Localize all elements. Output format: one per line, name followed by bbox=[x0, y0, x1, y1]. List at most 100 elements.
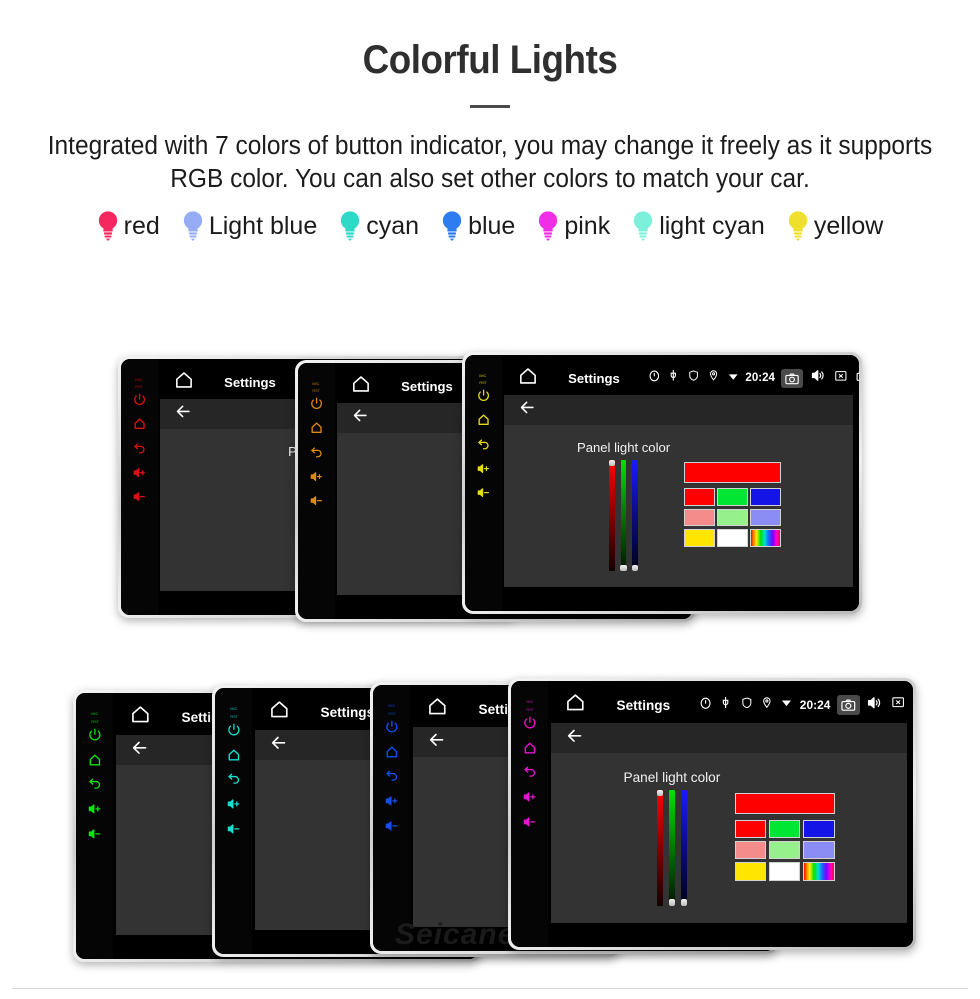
home-icon[interactable] bbox=[130, 704, 151, 730]
back-arrow-icon[interactable] bbox=[351, 406, 370, 430]
volume-down-icon[interactable] bbox=[384, 818, 400, 839]
power-icon[interactable] bbox=[132, 392, 147, 412]
hardware-key-bezel: MIC RST bbox=[215, 688, 253, 954]
color-swatch[interactable] bbox=[768, 819, 801, 839]
bezel-label-mic: MIC bbox=[135, 376, 143, 382]
power-icon[interactable] bbox=[476, 388, 491, 408]
home-icon[interactable] bbox=[132, 416, 147, 436]
volume-down-icon[interactable] bbox=[132, 489, 147, 509]
back-arrow-icon[interactable] bbox=[427, 730, 447, 755]
shield-icon bbox=[740, 696, 754, 715]
home-icon[interactable] bbox=[226, 747, 242, 768]
back-icon[interactable] bbox=[226, 771, 242, 792]
power-icon[interactable] bbox=[226, 722, 242, 743]
color-swatch[interactable] bbox=[684, 508, 715, 527]
swatch-row bbox=[734, 840, 835, 860]
device-magenta[interactable]: MIC RST Settings 20:24 Panel light color bbox=[508, 678, 916, 950]
back-icon[interactable] bbox=[522, 764, 538, 785]
color-swatch[interactable] bbox=[768, 862, 801, 881]
power-icon[interactable] bbox=[384, 719, 400, 740]
home-icon[interactable] bbox=[476, 412, 491, 432]
home-icon[interactable] bbox=[518, 366, 538, 391]
volume-up-icon[interactable] bbox=[226, 796, 242, 817]
back-icon[interactable] bbox=[384, 768, 400, 789]
home-icon[interactable] bbox=[174, 370, 194, 395]
color-swatch[interactable] bbox=[684, 488, 715, 507]
blue-slider[interactable] bbox=[631, 459, 639, 571]
touchscreen[interactable]: Settings 20:24 Panel light color bbox=[501, 355, 859, 611]
volume-down-icon[interactable] bbox=[87, 826, 103, 847]
red-slider[interactable] bbox=[609, 459, 616, 571]
device-yellow[interactable]: MIC RST Settings 20:24 Panel light color bbox=[462, 352, 862, 614]
camera-icon[interactable] bbox=[781, 368, 804, 388]
slider-thumb[interactable] bbox=[620, 564, 627, 571]
volume-up-icon[interactable] bbox=[384, 793, 400, 814]
color-swatch[interactable] bbox=[717, 508, 748, 527]
hardware-key-bezel: MIC RST bbox=[511, 681, 549, 947]
slider-thumb[interactable] bbox=[609, 459, 616, 466]
green-slider[interactable] bbox=[668, 790, 676, 906]
home-icon[interactable] bbox=[351, 374, 371, 399]
back-icon[interactable] bbox=[132, 441, 147, 461]
color-swatch[interactable] bbox=[684, 529, 715, 547]
back-arrow-icon[interactable] bbox=[269, 733, 289, 758]
recent-apps-icon[interactable] bbox=[855, 368, 859, 389]
back-icon[interactable] bbox=[87, 776, 103, 797]
close-box-icon[interactable] bbox=[833, 368, 849, 389]
color-swatch[interactable] bbox=[734, 862, 767, 881]
home-icon[interactable] bbox=[87, 752, 103, 773]
blue-slider[interactable] bbox=[680, 790, 688, 906]
power-icon[interactable] bbox=[87, 727, 103, 748]
color-swatch[interactable] bbox=[717, 529, 748, 547]
home-icon[interactable] bbox=[384, 744, 400, 765]
volume-up-icon[interactable] bbox=[476, 461, 491, 481]
hardware-key-bezel: MIC RST bbox=[298, 363, 335, 619]
color-swatch[interactable] bbox=[717, 488, 748, 507]
close-box-icon[interactable] bbox=[890, 694, 906, 715]
volume-up-icon[interactable] bbox=[309, 469, 324, 489]
volume-down-icon[interactable] bbox=[309, 493, 324, 513]
slider-thumb[interactable] bbox=[656, 790, 664, 797]
swatch-row bbox=[734, 819, 835, 839]
back-icon[interactable] bbox=[476, 437, 491, 457]
back-arrow-icon[interactable] bbox=[565, 726, 585, 751]
volume-down-icon[interactable] bbox=[476, 485, 491, 505]
speaker-icon[interactable] bbox=[810, 367, 827, 389]
volume-up-icon[interactable] bbox=[522, 789, 538, 810]
home-icon[interactable] bbox=[427, 696, 448, 722]
red-slider[interactable] bbox=[656, 790, 664, 906]
color-swatch[interactable] bbox=[750, 529, 781, 547]
back-arrow-icon[interactable] bbox=[130, 738, 150, 763]
home-icon[interactable] bbox=[522, 740, 538, 761]
power-icon[interactable] bbox=[522, 715, 538, 736]
color-swatch[interactable] bbox=[803, 819, 835, 839]
home-icon[interactable] bbox=[565, 692, 586, 718]
back-arrow-icon[interactable] bbox=[174, 402, 193, 426]
volume-down-icon[interactable] bbox=[226, 821, 242, 842]
back-arrow-icon[interactable] bbox=[518, 398, 537, 422]
power-icon[interactable] bbox=[309, 396, 324, 416]
status-micro-icons bbox=[647, 368, 681, 388]
back-icon[interactable] bbox=[309, 445, 324, 465]
color-swatch[interactable] bbox=[750, 488, 781, 507]
color-swatch[interactable] bbox=[803, 840, 835, 860]
color-swatch[interactable] bbox=[803, 862, 835, 881]
volume-up-icon[interactable] bbox=[87, 801, 103, 822]
volume-up-icon[interactable] bbox=[132, 465, 147, 485]
color-swatch[interactable] bbox=[734, 819, 767, 839]
color-swatch[interactable] bbox=[768, 840, 801, 860]
location-pin-icon bbox=[760, 696, 774, 715]
color-swatch[interactable] bbox=[750, 508, 781, 527]
camera-icon[interactable] bbox=[836, 695, 860, 715]
volume-down-icon[interactable] bbox=[522, 814, 538, 835]
home-icon[interactable] bbox=[309, 420, 324, 440]
speaker-icon[interactable] bbox=[866, 694, 884, 717]
slider-thumb[interactable] bbox=[631, 564, 639, 571]
color-swatch[interactable] bbox=[734, 840, 767, 860]
home-icon[interactable] bbox=[269, 699, 290, 725]
touchscreen[interactable]: Settings 20:24 Panel light color bbox=[548, 681, 913, 947]
green-slider[interactable] bbox=[620, 459, 627, 571]
slider-thumb[interactable] bbox=[668, 899, 676, 906]
slider-thumb[interactable] bbox=[680, 899, 688, 906]
device-screen-body: MIC RST Settings 20:24 Panel light color bbox=[465, 355, 859, 611]
